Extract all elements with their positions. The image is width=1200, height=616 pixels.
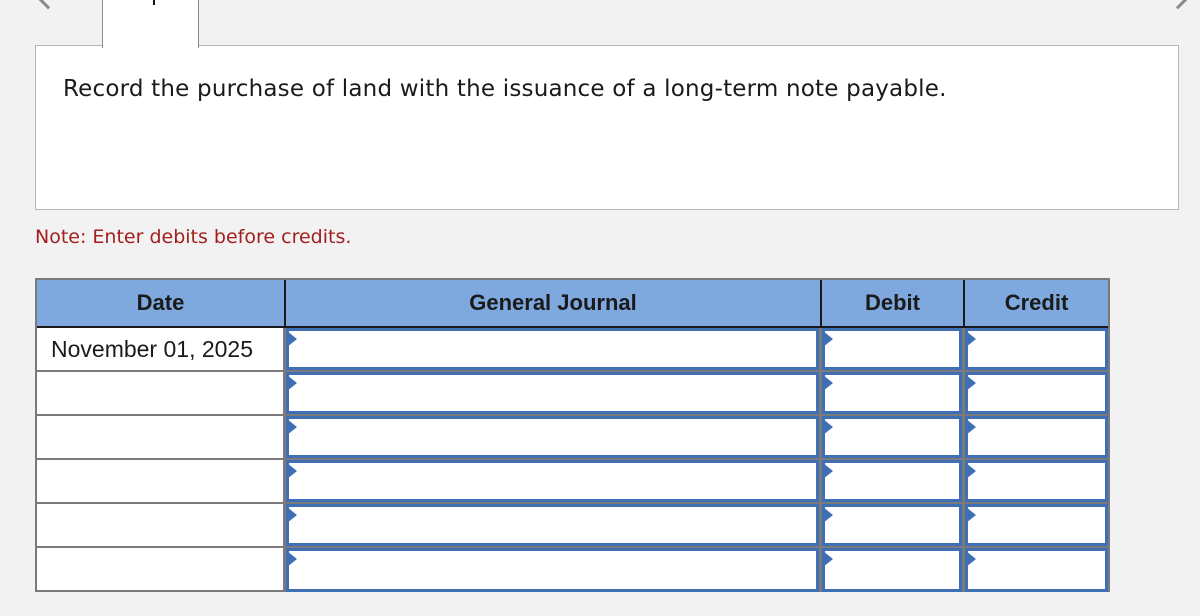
header-debit: Debit — [822, 280, 965, 326]
credit-input[interactable] — [965, 416, 1108, 458]
account-input[interactable] — [286, 372, 819, 414]
account-cell — [286, 460, 822, 502]
debit-input[interactable] — [822, 504, 962, 546]
date-cell — [37, 372, 286, 414]
debit-cell — [822, 328, 965, 370]
credit-cell — [965, 504, 1108, 546]
date-cell: November 01, 2025 — [37, 328, 286, 370]
question-prompt: Record the purchase of land with the iss… — [63, 76, 947, 102]
header-credit: Credit — [1004, 290, 1069, 315]
active-tab[interactable] — [102, 0, 199, 48]
debit-input[interactable] — [822, 416, 962, 458]
account-cell — [286, 328, 822, 370]
table-row — [37, 504, 1108, 548]
debit-input[interactable] — [822, 460, 962, 502]
credit-input[interactable] — [965, 460, 1108, 502]
table-row — [37, 548, 1108, 592]
credit-input[interactable] — [965, 548, 1108, 592]
account-cell — [286, 372, 822, 414]
table-header-row: Date General Journal Debit Credit — [37, 280, 1108, 328]
table-row — [37, 416, 1108, 460]
date-cell — [37, 460, 286, 502]
credit-input[interactable] — [965, 504, 1108, 546]
credit-cell — [965, 372, 1108, 414]
table-row — [37, 372, 1108, 416]
account-input[interactable] — [286, 328, 819, 370]
date-cell — [37, 548, 286, 592]
table-row — [37, 460, 1108, 504]
debit-cell — [822, 504, 965, 546]
debit-cell — [822, 372, 965, 414]
credit-cell — [965, 416, 1108, 458]
next-arrow-icon[interactable] — [1166, 0, 1190, 10]
tab-marker — [153, 0, 155, 5]
credit-cell — [965, 548, 1108, 592]
credit-input[interactable] — [965, 328, 1108, 370]
debit-cell — [822, 548, 965, 592]
account-cell — [286, 416, 822, 458]
header-date: Date — [37, 280, 286, 326]
date-cell — [37, 504, 286, 546]
prev-arrow-icon[interactable] — [36, 0, 60, 10]
credit-cell — [965, 460, 1108, 502]
header-general-journal: General Journal — [286, 280, 822, 326]
account-input[interactable] — [286, 416, 819, 458]
debit-cell — [822, 416, 965, 458]
table-row: November 01, 2025 — [37, 328, 1108, 372]
debit-input[interactable] — [822, 548, 962, 592]
debit-cell — [822, 460, 965, 502]
credit-cell — [965, 328, 1108, 370]
account-input[interactable] — [286, 504, 819, 546]
account-cell — [286, 548, 822, 592]
date-cell — [37, 416, 286, 458]
account-cell — [286, 504, 822, 546]
general-journal-table: Date General Journal Debit Credit Novemb… — [35, 278, 1110, 592]
account-input[interactable] — [286, 460, 819, 502]
account-input[interactable] — [286, 548, 819, 592]
question-prompt-box: Record the purchase of land with the iss… — [35, 45, 1179, 210]
debit-input[interactable] — [822, 372, 962, 414]
credit-input[interactable] — [965, 372, 1108, 414]
debit-input[interactable] — [822, 328, 962, 370]
instruction-note: Note: Enter debits before credits. — [35, 226, 352, 248]
